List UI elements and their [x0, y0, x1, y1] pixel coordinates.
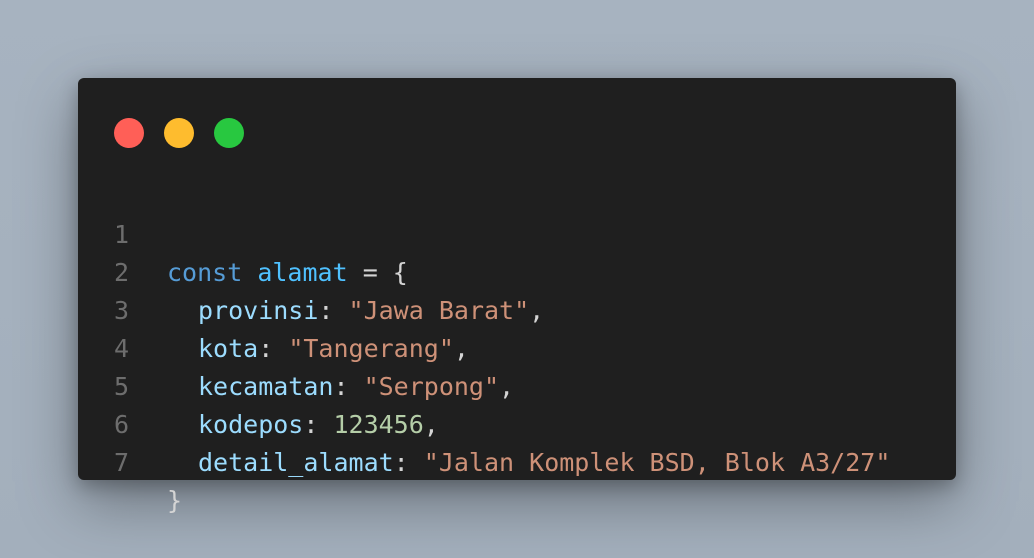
code-line: 3 kota: "Tangerang",	[78, 254, 956, 363]
minimize-dot-icon	[164, 118, 194, 148]
code-line: 7 }	[78, 406, 956, 515]
close-dot-icon	[114, 118, 144, 148]
string-value: "Jalan Komplek BSD, Blok A3/27"	[423, 448, 891, 477]
code-line: 1 const alamat = {	[78, 178, 956, 287]
closing-brace: }	[167, 486, 183, 515]
code-block: 1 const alamat = { 2 provinsi: "Jawa Bar…	[78, 178, 956, 515]
code-line: 6 detail_alamat: "Jalan Komplek BSD, Blo…	[78, 368, 956, 477]
code-window: 1 const alamat = { 2 provinsi: "Jawa Bar…	[78, 78, 956, 515]
code-line: 2 provinsi: "Jawa Barat",	[78, 216, 956, 325]
code-line: 5 kodepos: 123456,	[78, 330, 956, 439]
colon: :	[393, 448, 424, 477]
maximize-dot-icon	[214, 118, 244, 148]
code-line: 4 kecamatan: "Serpong",	[78, 292, 956, 401]
line-number: 7	[114, 448, 130, 477]
property-key: detail_alamat	[198, 448, 394, 477]
